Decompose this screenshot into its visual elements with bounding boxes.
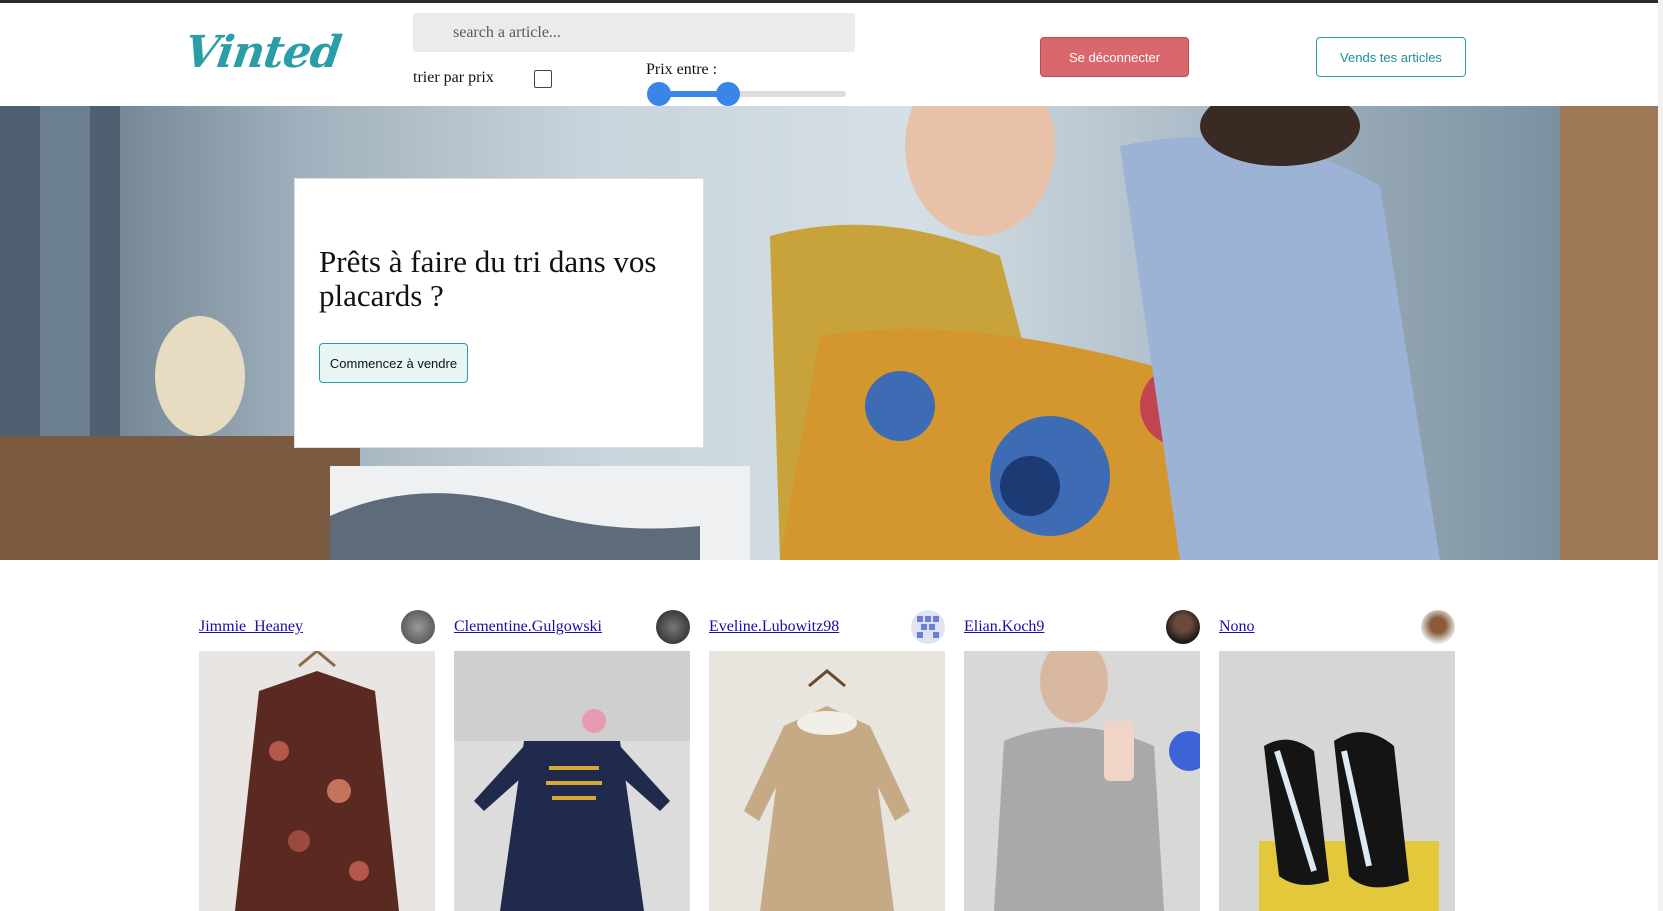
hero-card: Prêts à faire du tri dans vos placards ?… <box>294 178 704 448</box>
offer-photo[interactable] <box>709 651 945 911</box>
search-input[interactable] <box>413 13 855 52</box>
offer-card[interactable]: Eveline.Lubowitz98 <box>709 610 945 911</box>
offer-card[interactable]: Elian.Koch9 <box>964 610 1200 911</box>
user-avatar <box>1421 610 1455 644</box>
user-avatar <box>401 610 435 644</box>
hero-photo <box>0 106 1658 560</box>
offer-card[interactable]: Nono <box>1219 610 1455 911</box>
scrollbar-edge <box>1658 0 1663 911</box>
offer-username[interactable]: Eveline.Lubowitz98 <box>709 618 839 636</box>
offer-username[interactable]: Nono <box>1219 618 1255 636</box>
sort-by-price-label: trier par prix <box>413 69 494 86</box>
sort-by-price-checkbox[interactable] <box>534 70 552 88</box>
offer-username[interactable]: Clementine.Gulgowski <box>454 618 602 636</box>
logout-button[interactable]: Se déconnecter <box>1040 37 1189 77</box>
offer-username[interactable]: Elian.Koch9 <box>964 618 1044 636</box>
hero-banner: Prêts à faire du tri dans vos placards ?… <box>0 106 1658 560</box>
price-range-label: Prix entre : <box>646 61 718 78</box>
offer-card[interactable]: Clementine.Gulgowski <box>454 610 690 911</box>
offer-username[interactable]: Jimmie_Heaney <box>199 618 303 636</box>
user-avatar <box>656 610 690 644</box>
header: Vinted trier par prix Prix entre : Se dé… <box>0 3 1658 106</box>
vinted-logo[interactable]: Vinted <box>181 27 343 78</box>
start-selling-button[interactable]: Commencez à vendre <box>319 343 468 383</box>
price-min-handle[interactable] <box>647 82 671 106</box>
offer-photo[interactable] <box>964 651 1200 911</box>
offer-photo[interactable] <box>199 651 435 911</box>
price-max-handle[interactable] <box>716 82 740 106</box>
user-avatar <box>911 610 945 644</box>
offer-photo[interactable] <box>1219 651 1455 911</box>
hero-title: Prêts à faire du tri dans vos placards ? <box>319 244 657 313</box>
offer-card[interactable]: Jimmie_Heaney <box>199 610 435 911</box>
offer-photo[interactable] <box>454 651 690 911</box>
user-avatar <box>1166 610 1200 644</box>
sell-items-button[interactable]: Vends tes articles <box>1316 37 1466 77</box>
